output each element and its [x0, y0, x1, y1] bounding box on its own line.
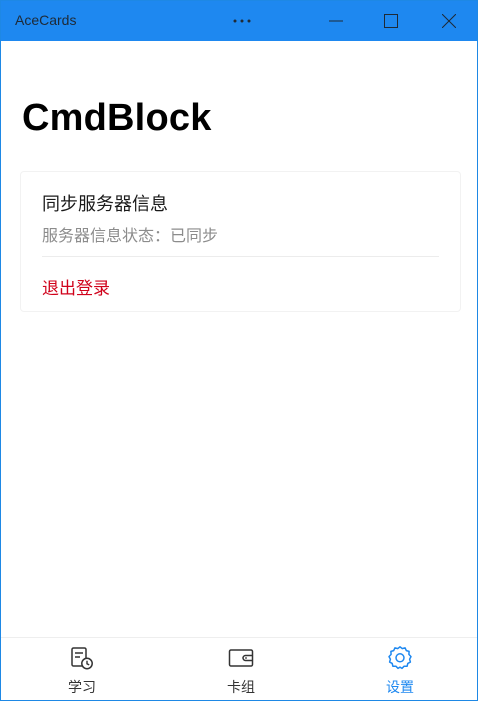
title-bar[interactable]: AceCards — [1, 1, 477, 41]
nav-label-study: 学习 — [68, 680, 96, 696]
wallet-icon — [228, 649, 254, 667]
study-icon — [71, 647, 93, 670]
more-options-button[interactable] — [218, 1, 266, 41]
bottom-nav-divider — [1, 637, 477, 638]
nav-label-settings: 设置 — [386, 680, 414, 696]
maximize-button[interactable] — [367, 1, 415, 41]
nav-label-decks: 卡组 — [227, 680, 255, 696]
sync-server-title: 同步服务器信息 — [42, 194, 168, 215]
settings-icon — [388, 646, 412, 670]
minimize-icon — [329, 20, 343, 22]
card-divider — [42, 256, 439, 257]
page-title: CmdBlock — [22, 97, 212, 139]
close-button[interactable] — [425, 1, 473, 41]
minimize-button[interactable] — [312, 1, 360, 41]
logout-button[interactable]: 退出登录 — [42, 274, 110, 299]
nav-item-decks[interactable]: 卡组 — [191, 645, 291, 697]
app-window: AceCards CmdBlock 同步服务器信息 服务器信息状态：已同步 退出… — [0, 0, 478, 701]
app-title: AceCards — [15, 12, 77, 28]
sync-server-card: 同步服务器信息 服务器信息状态：已同步 退出登录 — [20, 171, 461, 312]
more-icon — [233, 19, 251, 23]
nav-item-settings[interactable]: 设置 — [350, 645, 450, 697]
sync-status-text: 服务器信息状态：已同步 — [42, 226, 219, 245]
close-icon — [442, 14, 456, 28]
nav-item-study[interactable]: 学习 — [32, 645, 132, 697]
maximize-icon — [384, 14, 398, 28]
